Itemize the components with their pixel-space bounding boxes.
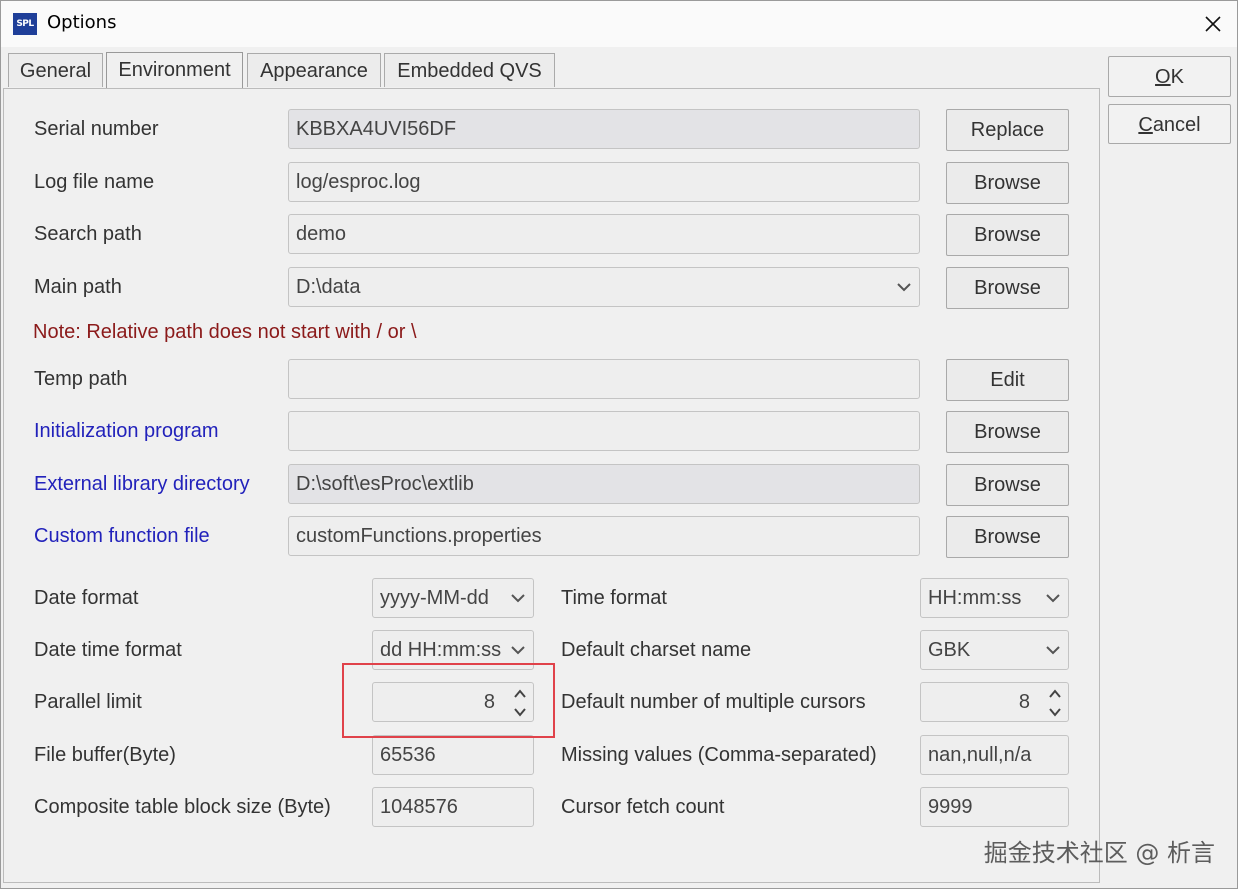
chevron-down-icon (511, 594, 525, 603)
tab-appearance[interactable]: Appearance (247, 53, 381, 87)
external-library-label[interactable]: External library directory (34, 473, 250, 496)
cancel-button[interactable]: Cancel (1108, 104, 1231, 144)
missing-values-field[interactable]: nan,null,n/a (920, 735, 1069, 775)
initialization-program-label[interactable]: Initialization program (34, 420, 219, 443)
block-size-label: Composite table block size (Byte) (34, 796, 331, 818)
spinner-buttons (1046, 686, 1064, 720)
close-icon (1205, 16, 1221, 32)
log-file-name-label: Log file name (34, 171, 155, 193)
search-path-label: Search path (34, 223, 142, 245)
replace-button[interactable]: Replace (946, 109, 1069, 151)
parallel-limit-label: Parallel limit (34, 691, 142, 713)
spin-up-icon[interactable] (1046, 687, 1064, 702)
default-charset-label: Default charset name (561, 639, 752, 661)
chevron-down-icon (897, 283, 911, 292)
temp-path-label: Temp path (34, 368, 128, 390)
default-charset-value: GBK (928, 639, 971, 661)
date-time-format-value: dd HH:mm:ss (380, 639, 502, 661)
multiple-cursors-label: Default number of multiple cursors (561, 691, 866, 713)
options-dialog: SPL Options General Environment Appearan… (0, 0, 1238, 889)
window-title: Options (47, 12, 117, 33)
date-time-format-label: Date time format (34, 639, 182, 661)
custom-function-browse-button[interactable]: Browse (946, 516, 1069, 558)
default-charset-combo[interactable]: GBK (920, 630, 1069, 670)
cursor-fetch-label: Cursor fetch count (561, 796, 725, 818)
cursor-fetch-field[interactable]: 9999 (920, 787, 1069, 827)
multiple-cursors-value: 8 (1018, 691, 1030, 713)
init-program-browse-button[interactable]: Browse (946, 411, 1069, 453)
temp-path-edit-button[interactable]: Edit (946, 359, 1069, 401)
ok-button[interactable]: OK (1108, 56, 1231, 97)
tab-general[interactable]: General (8, 53, 103, 87)
date-format-value: yyyy-MM-dd (380, 587, 489, 609)
spl-app-icon: SPL (13, 13, 37, 35)
parallel-limit-highlight-box (342, 663, 555, 738)
time-format-value: HH:mm:ss (928, 587, 1022, 609)
main-path-browse-button[interactable]: Browse (946, 267, 1069, 309)
title-bar: SPL Options (1, 1, 1237, 47)
missing-values-label: Missing values (Comma-separated) (561, 744, 877, 766)
log-file-browse-button[interactable]: Browse (946, 162, 1069, 204)
external-library-browse-button[interactable]: Browse (946, 464, 1069, 506)
main-path-combo[interactable]: D:\data (288, 267, 920, 307)
temp-path-field[interactable] (288, 359, 920, 399)
log-file-name-field[interactable]: log/esproc.log (288, 162, 920, 202)
watermark: 掘金技术社区 @ 析言 (983, 839, 1215, 867)
search-path-browse-button[interactable]: Browse (946, 214, 1069, 256)
date-format-combo[interactable]: yyyy-MM-dd (372, 578, 534, 618)
multiple-cursors-spinner[interactable]: 8 (920, 682, 1069, 722)
tab-environment[interactable]: Environment (106, 52, 243, 89)
date-format-label: Date format (34, 587, 139, 609)
block-size-field[interactable]: 1048576 (372, 787, 534, 827)
relative-path-note: Note: Relative path does not start with … (33, 321, 417, 343)
external-library-field: D:\soft\esProc\extlib (288, 464, 920, 504)
tab-embedded-qvs[interactable]: Embedded QVS (384, 53, 555, 87)
serial-number-field: KBBXA4UVI56DF (288, 109, 920, 149)
custom-function-label[interactable]: Custom function file (34, 525, 210, 548)
spin-down-icon[interactable] (1046, 704, 1064, 719)
file-buffer-field[interactable]: 65536 (372, 735, 534, 775)
close-button[interactable] (1189, 1, 1237, 47)
serial-number-label: Serial number (34, 118, 159, 140)
time-format-label: Time format (561, 587, 667, 609)
search-path-field[interactable]: demo (288, 214, 920, 254)
custom-function-field[interactable]: customFunctions.properties (288, 516, 920, 556)
main-path-value: D:\data (296, 276, 361, 298)
time-format-combo[interactable]: HH:mm:ss (920, 578, 1069, 618)
chevron-down-icon (511, 646, 525, 655)
chevron-down-icon (1046, 646, 1060, 655)
file-buffer-label: File buffer(Byte) (34, 744, 176, 766)
initialization-program-field[interactable] (288, 411, 920, 451)
main-path-label: Main path (34, 276, 122, 298)
chevron-down-icon (1046, 594, 1060, 603)
